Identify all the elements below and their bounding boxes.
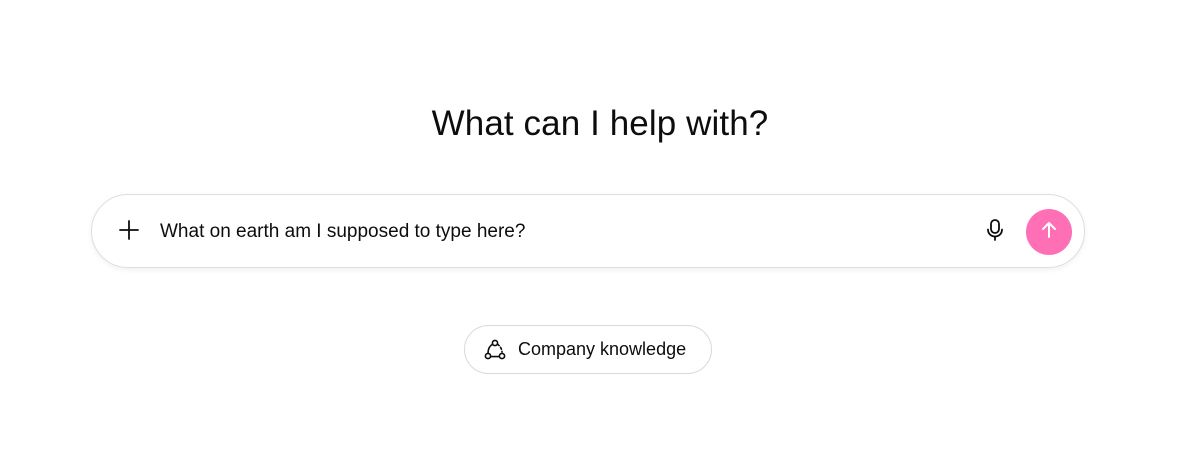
company-knowledge-chip[interactable]: Company knowledge bbox=[464, 325, 712, 374]
plus-icon bbox=[118, 219, 140, 246]
voice-input-button[interactable] bbox=[980, 217, 1010, 247]
connected-nodes-icon bbox=[483, 338, 507, 362]
chip-label: Company knowledge bbox=[518, 339, 687, 359]
prompt-composer bbox=[91, 194, 1085, 268]
add-attachment-button[interactable] bbox=[114, 217, 144, 247]
page-title: What can I help with? bbox=[431, 104, 769, 143]
microphone-icon bbox=[984, 218, 1006, 247]
home-page: What can I help with? What on earth am I… bbox=[0, 0, 1200, 472]
arrow-up-icon bbox=[1039, 220, 1059, 245]
prompt-input[interactable] bbox=[160, 217, 980, 247]
send-button[interactable] bbox=[1026, 209, 1072, 255]
